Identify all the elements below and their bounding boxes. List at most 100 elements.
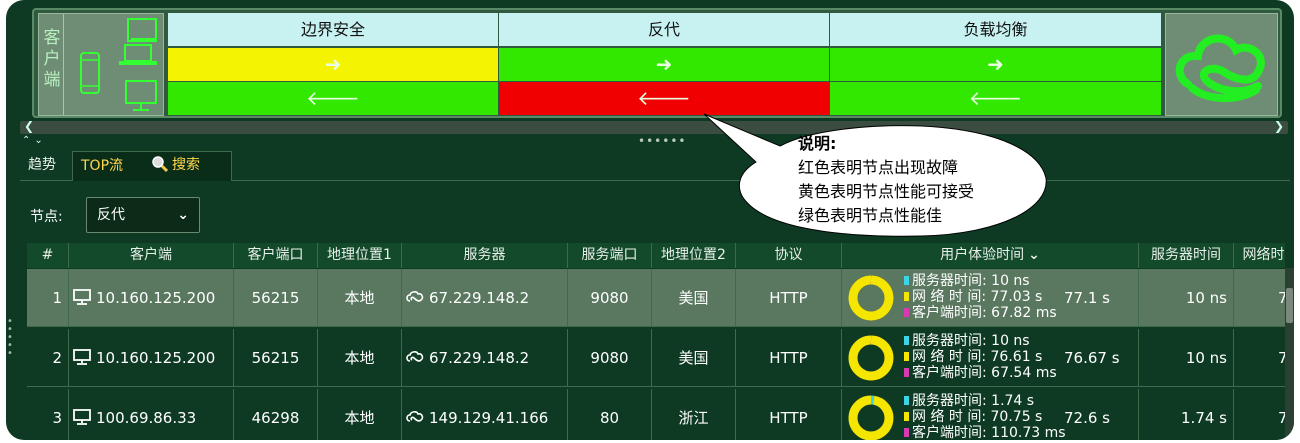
table-vertical-scrollbar[interactable] xyxy=(1285,268,1294,438)
cloud-icon xyxy=(406,351,424,362)
scrollbar-thumb[interactable] xyxy=(1286,288,1293,323)
ux-client-time-text: 客户端时间: 110.73 ms xyxy=(912,425,1066,440)
ux-server-time: 服务器时间: 10 ns xyxy=(904,334,1030,348)
monitor-icon xyxy=(73,349,91,365)
cell-geo2: 美国 xyxy=(652,329,736,387)
cell-network-time: 76 xyxy=(1234,329,1285,387)
tab-label: TOP流 xyxy=(81,158,124,174)
geo-location-1: 本地 xyxy=(344,349,375,367)
cell-server-time: 10 ns xyxy=(1139,269,1234,327)
cloud-icon xyxy=(406,411,424,422)
view-tabs: 趋势 TOP流 搜索 xyxy=(20,151,1290,181)
client-port: 56215 xyxy=(251,349,300,367)
node-status-upstream[interactable]: ➜ xyxy=(168,48,499,81)
cell-geo1: 本地 xyxy=(318,269,402,327)
header-server-port[interactable]: 服务端口 xyxy=(568,243,652,268)
cell-user-experience: 服务器时间: 10 ns 网 络 时 间: 77.03 s 客户端时间: 67.82… xyxy=(842,269,1139,327)
header-geo1[interactable]: 地理位置1 xyxy=(318,243,402,268)
ux-network-time: 网 络 时 间: 70.75 s xyxy=(904,410,1042,424)
header-network-time[interactable]: 网络时 xyxy=(1234,243,1285,268)
resize-handle-icon[interactable]: •••••• xyxy=(638,134,686,148)
client-node[interactable]: 客户端 xyxy=(38,13,164,116)
tab-label: 搜索 xyxy=(172,157,200,173)
diagram-horizontal-scrollbar[interactable]: ❮ ❯ xyxy=(20,119,1288,134)
cell-server: 67.229.148.2 xyxy=(402,269,568,327)
sort-chevron-down-icon[interactable]: ⌄ xyxy=(1028,247,1040,263)
node-topology-diagram: 客户端 边界安全 ➜ 🡐 反代 ➜ 🡐 负载均衡 ➜ 🡐 xyxy=(32,8,1282,118)
header-client-port[interactable]: 客户端口 xyxy=(234,243,318,268)
node-status-downstream[interactable]: 🡐 xyxy=(168,82,499,115)
server-port: 9080 xyxy=(590,349,629,367)
callout-line-red: 红色表明节点出现故障 xyxy=(798,158,959,177)
chevron-down-icon: ⌄ xyxy=(177,207,189,223)
cell-protocol: HTTP xyxy=(736,389,842,440)
monitor-icon xyxy=(73,289,91,305)
cell-server-port: 80 xyxy=(568,389,652,440)
header-geo2[interactable]: 地理位置2 xyxy=(652,243,736,268)
table-row[interactable]: 2 10.160.125.200 56215 本地 67.229.148.2 9080 美国… xyxy=(27,329,1285,387)
ux-client-time: 客户端时间: 110.73 ms xyxy=(904,426,1066,440)
header-label: 地理位置2 xyxy=(661,247,726,263)
ux-server-time-text: 服务器时间: 10 ns xyxy=(912,333,1030,349)
legend-swatch xyxy=(904,428,909,437)
donut-network-arc xyxy=(848,275,894,321)
header-label: 用户体验时间 xyxy=(940,247,1025,263)
monitor-icon xyxy=(73,409,91,425)
node-status-upstream[interactable]: ➜ xyxy=(499,48,830,81)
header-protocol[interactable]: 协议 xyxy=(736,243,842,268)
collapse-toggle-icon[interactable]: ⌃⌄ xyxy=(22,135,47,146)
arrow-right-icon: ➜ xyxy=(324,52,342,76)
header-index[interactable]: # xyxy=(27,243,69,268)
tab-trend[interactable]: 趋势 xyxy=(20,151,72,181)
node-status-upstream[interactable]: ➜ xyxy=(830,48,1162,81)
table-row[interactable]: 3 100.69.86.33 46298 本地 149.129.41.166 80 浙江 HT… xyxy=(27,389,1285,440)
geo-location-2: 美国 xyxy=(678,289,709,307)
cell-index: 1 xyxy=(27,269,69,327)
protocol: HTTP xyxy=(769,289,808,307)
tab-search[interactable]: 搜索 xyxy=(144,151,234,181)
cell-user-experience: 服务器时间: 1.74 s网 络 时 间: 70.75 s 客户端时间: 110.… xyxy=(842,389,1139,440)
phone-icon xyxy=(80,52,100,94)
ux-server-time-text: 服务器时间: 1.74 s xyxy=(912,393,1035,409)
node-select[interactable]: 反代 ⌄ xyxy=(86,197,200,233)
header-client[interactable]: 客户端 xyxy=(69,243,234,268)
cell-client-port: 56215 xyxy=(234,269,318,327)
row-index: 3 xyxy=(52,409,62,427)
legend-swatch xyxy=(904,336,909,345)
client-ip: 10.160.125.200 xyxy=(96,289,216,307)
header-label: 服务端口 xyxy=(581,247,638,263)
geo-location-1: 本地 xyxy=(344,289,375,307)
server-time: 1.74 s xyxy=(1181,409,1227,427)
cell-index: 2 xyxy=(27,329,69,387)
cell-client: 10.160.125.200 xyxy=(69,269,234,327)
header-server[interactable]: 服务器 xyxy=(402,243,568,268)
node-status-downstream[interactable]: 🡐 xyxy=(830,82,1162,115)
side-drag-handle-icon[interactable]: • • • • • xyxy=(6,317,14,359)
server-ip: 149.129.41.166 xyxy=(429,409,549,427)
cloud-node[interactable] xyxy=(1165,13,1278,116)
callout-line-green: 绿色表明节点性能佳 xyxy=(798,206,943,225)
table-row[interactable]: 1 10.160.125.200 56215 本地 67.229.148.2 9080 美国… xyxy=(27,269,1285,327)
header-label: 协议 xyxy=(774,247,803,263)
cell-protocol: HTTP xyxy=(736,269,842,327)
node-status-downstream[interactable]: 🡐 xyxy=(499,82,830,115)
cell-client-port: 46298 xyxy=(234,389,318,440)
client-label: 客户端 xyxy=(43,28,61,90)
header-label: 服务器 xyxy=(463,247,506,263)
cloud-icon xyxy=(406,291,424,302)
legend-swatch xyxy=(904,368,909,377)
cell-geo2: 美国 xyxy=(652,269,736,327)
scroll-right-icon[interactable]: ❯ xyxy=(1274,119,1284,133)
ux-network-time-text: 网 络 时 间: 70.75 s xyxy=(912,409,1043,425)
legend-swatch xyxy=(904,276,909,285)
ux-client-time-text: 客户端时间: 67.82 ms xyxy=(912,305,1057,321)
header-label: 地理位置1 xyxy=(327,247,392,263)
scroll-left-icon[interactable]: ❮ xyxy=(24,119,34,133)
ux-server-time: 服务器时间: 10 ns xyxy=(904,274,1030,288)
header-user-experience[interactable]: 用户体验时间 ⌄ xyxy=(842,243,1139,268)
cell-server-time: 10 ns xyxy=(1139,329,1234,387)
row-index: 2 xyxy=(52,349,62,367)
cell-geo1: 本地 xyxy=(318,329,402,387)
ux-server-time-text: 服务器时间: 10 ns xyxy=(912,273,1030,289)
header-server-time[interactable]: 服务器时间 xyxy=(1139,243,1234,268)
